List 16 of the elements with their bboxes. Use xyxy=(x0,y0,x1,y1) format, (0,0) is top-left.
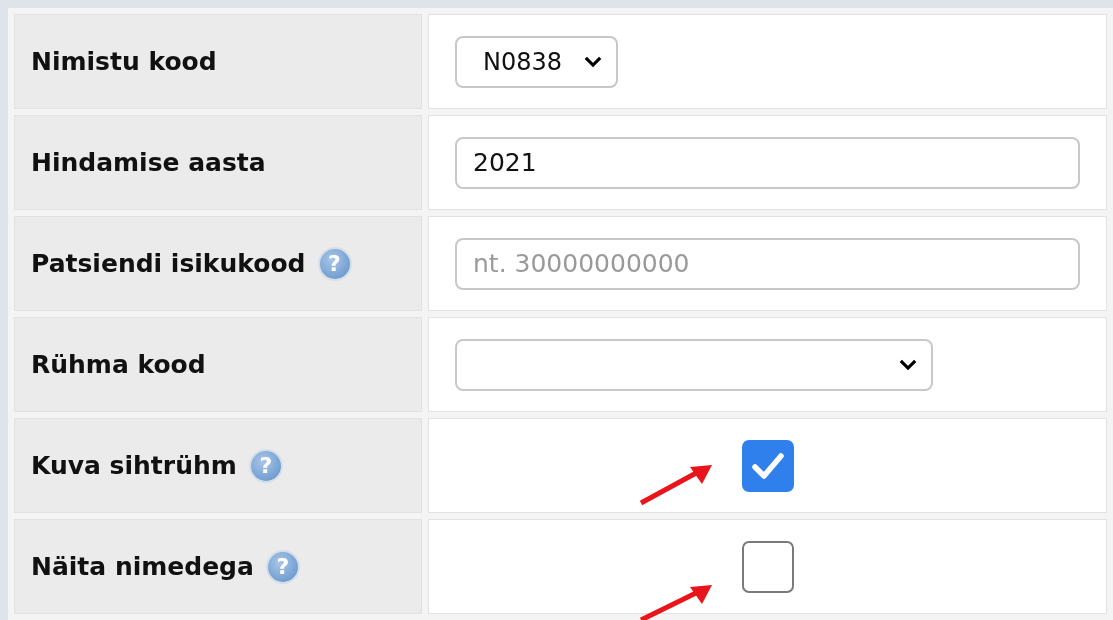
help-icon[interactable]: ? xyxy=(248,448,283,483)
field-label: Nimistu kood xyxy=(31,47,217,76)
field-label: Hindamise aasta xyxy=(31,148,266,177)
dropdown[interactable]: N0838 xyxy=(455,35,618,88)
help-icon[interactable]: ? xyxy=(317,246,352,281)
chevron-down-icon xyxy=(584,55,602,68)
help-icon[interactable]: ? xyxy=(265,549,300,584)
chevron-down-icon xyxy=(899,358,917,371)
field-label: Patsiendi isikukood xyxy=(31,249,306,278)
field-label: Rühma kood xyxy=(31,350,206,379)
checkbox[interactable] xyxy=(741,439,794,492)
checkbox[interactable] xyxy=(741,540,794,593)
field-label: Kuva sihtrühm xyxy=(31,451,237,480)
field-label: Näita nimedega xyxy=(31,552,254,581)
input-field[interactable]: 2021 xyxy=(455,136,1080,189)
input-field[interactable]: nt. 30000000000 xyxy=(455,237,1080,290)
